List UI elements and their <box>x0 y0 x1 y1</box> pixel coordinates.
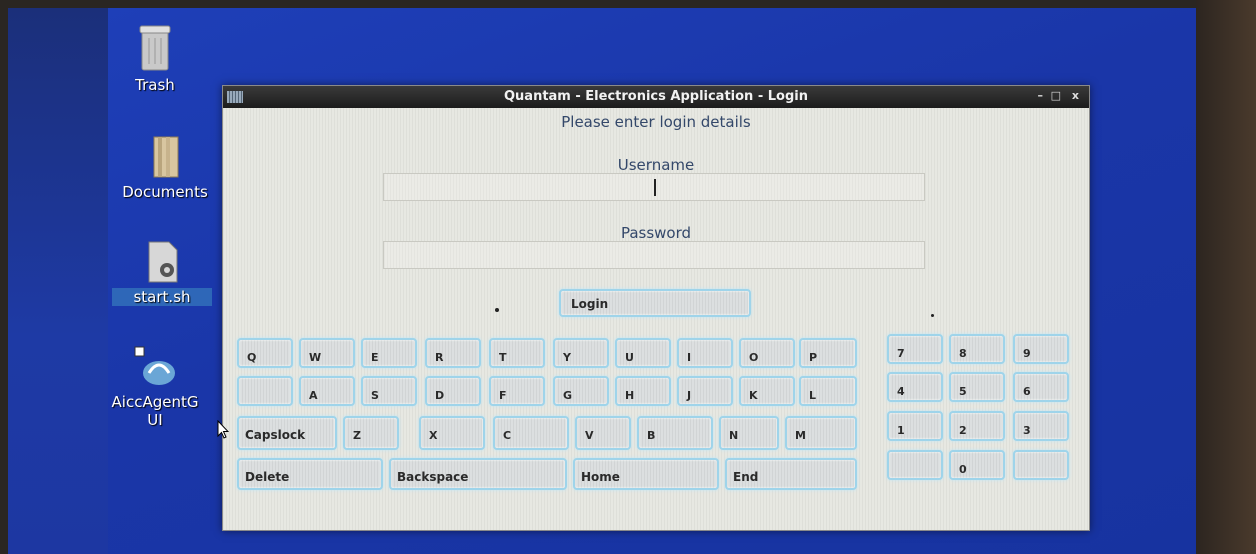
key-x[interactable]: X <box>419 416 485 450</box>
password-field[interactable] <box>383 241 925 269</box>
decorative-dot <box>495 308 499 312</box>
key-v[interactable]: V <box>575 416 631 450</box>
key-num-8[interactable]: 8 <box>949 334 1005 364</box>
login-prompt: Please enter login details <box>561 113 751 131</box>
trash-icon <box>139 25 171 71</box>
key-num-9[interactable]: 9 <box>1013 334 1069 364</box>
window-title: Quantam - Electronics Application - Logi… <box>503 89 808 104</box>
key-num-7[interactable]: 7 <box>887 334 943 364</box>
key-capslock[interactable]: Capslock <box>237 416 337 450</box>
key-h[interactable]: H <box>615 376 671 406</box>
key-f[interactable]: F <box>489 376 545 406</box>
desktop-icon-label: Documents <box>122 183 208 201</box>
username-label: Username <box>617 156 695 174</box>
monitor-bezel <box>1196 0 1256 554</box>
desktop-icon-label: Trash <box>135 76 175 94</box>
login-window: Quantam - Electronics Application - Logi… <box>222 85 1090 531</box>
decorative-dot <box>931 314 934 317</box>
desktop-left-panel <box>8 8 108 554</box>
password-label: Password <box>620 224 692 242</box>
desktop-icon-documents[interactable]: Documents <box>115 135 215 201</box>
title-bar[interactable]: Quantam - Electronics Application - Logi… <box>223 86 1089 108</box>
key-end[interactable]: End <box>725 458 857 490</box>
key-num-2[interactable]: 2 <box>949 411 1005 441</box>
minimize-icon[interactable]: – <box>1038 89 1044 102</box>
key-num-blank[interactable] <box>1013 450 1069 480</box>
key-y[interactable]: Y <box>553 338 609 368</box>
key-b[interactable]: B <box>637 416 713 450</box>
key-num-6[interactable]: 6 <box>1013 372 1069 402</box>
key-num-4[interactable]: 4 <box>887 372 943 402</box>
key-w[interactable]: W <box>299 338 355 368</box>
key-r[interactable]: R <box>425 338 481 368</box>
username-field[interactable] <box>383 173 925 201</box>
key-k[interactable]: K <box>739 376 795 406</box>
key-u[interactable]: U <box>615 338 671 368</box>
text-cursor <box>654 179 656 196</box>
desktop-icon-label: AiccAgentG UI <box>111 393 199 429</box>
key-num-3[interactable]: 3 <box>1013 411 1069 441</box>
desktop-icon-trash[interactable]: Trash <box>105 22 205 94</box>
key-s[interactable]: S <box>361 376 417 406</box>
key-j[interactable]: J <box>677 376 733 406</box>
close-icon[interactable]: x <box>1072 89 1079 102</box>
key-g[interactable]: G <box>553 376 609 406</box>
desktop-icon-aiccagentgui[interactable]: AiccAgentG UI <box>105 345 205 429</box>
agent-app-icon <box>134 346 175 385</box>
script-file-icon <box>148 241 178 283</box>
key-num-1[interactable]: 1 <box>887 411 943 441</box>
key-p[interactable]: P <box>799 338 857 368</box>
folder-icon <box>153 136 179 178</box>
key-delete[interactable]: Delete <box>237 458 383 490</box>
key-q[interactable]: Q <box>237 338 293 368</box>
key-z[interactable]: Z <box>343 416 399 450</box>
key-home[interactable]: Home <box>573 458 719 490</box>
key-num-blank[interactable] <box>887 450 943 480</box>
key-m[interactable]: M <box>785 416 857 450</box>
key-n[interactable]: N <box>719 416 779 450</box>
login-button[interactable]: Login <box>559 289 751 317</box>
key-i[interactable]: I <box>677 338 733 368</box>
monitor-frame: Trash Documents start.sh AiccAgentG UI Q… <box>0 0 1256 554</box>
key-c[interactable]: C <box>493 416 569 450</box>
key-num-5[interactable]: 5 <box>949 372 1005 402</box>
maximize-icon[interactable]: □ <box>1051 89 1061 102</box>
key-a[interactable]: A <box>299 376 355 406</box>
key-e[interactable]: E <box>361 338 417 368</box>
key-backspace[interactable]: Backspace <box>389 458 567 490</box>
key-l[interactable]: L <box>799 376 857 406</box>
key-o[interactable]: O <box>739 338 795 368</box>
desktop-icon-start-sh[interactable]: start.sh <box>112 240 212 306</box>
mouse-pointer-icon <box>217 420 229 439</box>
key-d[interactable]: D <box>425 376 481 406</box>
key-num-0[interactable]: 0 <box>949 450 1005 480</box>
key-t[interactable]: T <box>489 338 545 368</box>
desktop-icon-label: start.sh <box>112 288 212 306</box>
key-blank[interactable] <box>237 376 293 406</box>
